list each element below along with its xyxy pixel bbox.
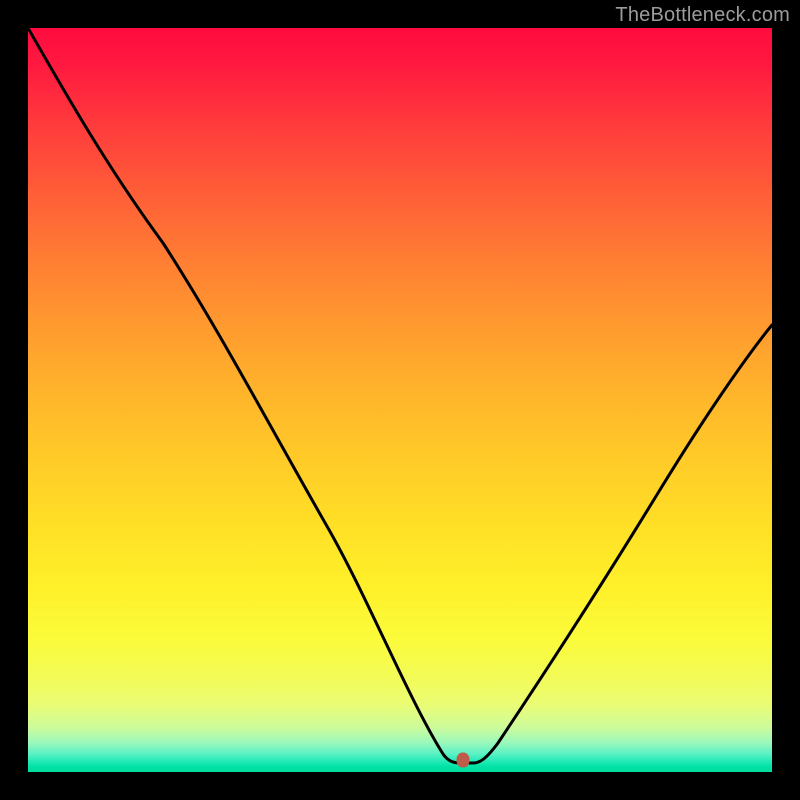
curve-path bbox=[28, 28, 772, 763]
chart-frame: TheBottleneck.com bbox=[0, 0, 800, 800]
chart-plot-area bbox=[28, 28, 772, 772]
bottleneck-curve bbox=[28, 28, 772, 772]
site-watermark: TheBottleneck.com bbox=[615, 4, 790, 27]
optimum-marker bbox=[457, 753, 470, 768]
